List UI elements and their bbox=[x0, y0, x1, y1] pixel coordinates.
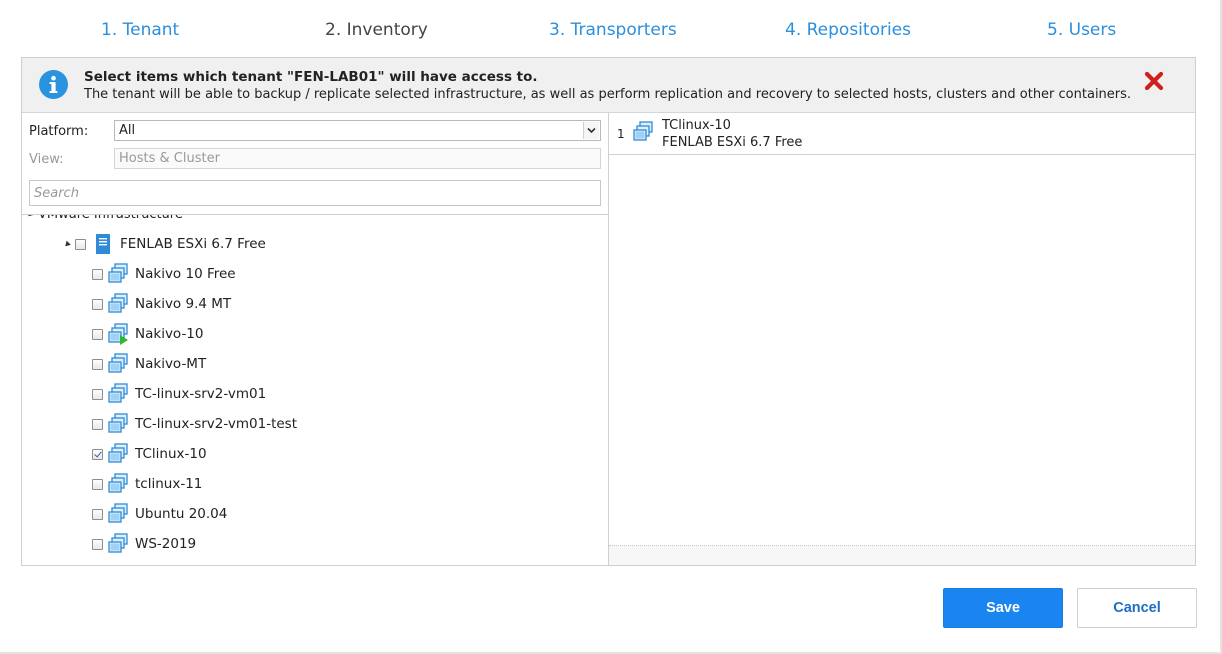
vm-checkbox[interactable] bbox=[92, 388, 103, 400]
inventory-pane: Platform: All View: Hosts & Cluster VMwa… bbox=[22, 113, 609, 565]
view-label: View: bbox=[29, 152, 64, 167]
step-transporters[interactable]: 3. Transporters bbox=[549, 19, 677, 41]
tree-vm-node[interactable]: Nakivo 9.4 MT bbox=[91, 292, 231, 316]
vm-icon bbox=[108, 413, 128, 433]
vm-icon bbox=[108, 443, 128, 463]
search-input[interactable] bbox=[29, 180, 601, 206]
vm-checkbox[interactable] bbox=[92, 478, 103, 490]
view-field: Hosts & Cluster bbox=[114, 148, 601, 169]
vm-icon bbox=[108, 383, 128, 403]
vm-label: Nakivo-10 bbox=[135, 326, 204, 342]
vm-icon bbox=[108, 533, 128, 553]
vm-running-icon bbox=[108, 323, 128, 345]
vm-checkbox[interactable] bbox=[92, 418, 103, 430]
inventory-panel: Select items which tenant "FEN-LAB01" wi… bbox=[21, 57, 1196, 566]
selected-item-index: 1 bbox=[617, 127, 625, 141]
tree-root-label: VMware Infrastructure bbox=[38, 214, 183, 222]
step-tenant[interactable]: 1. Tenant bbox=[101, 19, 179, 41]
tree-vm-node[interactable]: TC-linux-srv2-vm01 bbox=[91, 382, 266, 406]
selected-item[interactable]: 1 TClinux-10 FENLAB ESXi 6.7 Free bbox=[609, 113, 1195, 155]
tree-vm-node[interactable]: TClinux-10 bbox=[91, 442, 207, 466]
vm-checkbox[interactable] bbox=[92, 448, 103, 460]
info-banner: Select items which tenant "FEN-LAB01" wi… bbox=[22, 58, 1195, 113]
tree-expander-icon[interactable] bbox=[63, 240, 71, 248]
vm-label: Ubuntu 20.04 bbox=[135, 506, 228, 522]
tree-vm-node[interactable]: TC-linux-srv2-vm01-test bbox=[91, 412, 297, 436]
vm-icon bbox=[108, 263, 128, 283]
vm-label: WS-2019 bbox=[135, 536, 197, 552]
tree-vm-node[interactable]: Nakivo 10 Free bbox=[91, 262, 236, 286]
host-label: FENLAB ESXi 6.7 Free bbox=[120, 236, 266, 252]
tree-vm-node[interactable]: WS-2019 bbox=[91, 532, 196, 556]
vm-label: tclinux-11 bbox=[135, 476, 203, 492]
close-icon[interactable] bbox=[1143, 70, 1165, 92]
banner-description: The tenant will be able to backup / repl… bbox=[84, 87, 1132, 102]
vm-checkbox[interactable] bbox=[92, 268, 103, 280]
vm-label: Nakivo-MT bbox=[135, 356, 207, 372]
vm-checkbox[interactable] bbox=[92, 328, 103, 340]
vm-checkbox[interactable] bbox=[92, 538, 103, 550]
tree-vm-node[interactable]: tclinux-11 bbox=[91, 472, 202, 496]
vm-label: TC-linux-srv2-vm01-test bbox=[135, 416, 298, 432]
banner-title: Select items which tenant "FEN-LAB01" wi… bbox=[84, 69, 538, 85]
selected-items-pane: 1 TClinux-10 FENLAB ESXi 6.7 Free bbox=[609, 113, 1195, 565]
save-button[interactable]: Save bbox=[943, 588, 1063, 628]
tree-vm-node[interactable]: Nakivo-MT bbox=[91, 352, 206, 376]
host-checkbox[interactable] bbox=[75, 238, 86, 250]
wizard-steps: 1. Tenant 2. Inventory 3. Transporters 4… bbox=[0, 0, 1222, 58]
vm-icon bbox=[108, 293, 128, 313]
tree-host-node[interactable]: FENLAB ESXi 6.7 Free bbox=[63, 232, 266, 256]
vm-label: Nakivo 9.4 MT bbox=[135, 296, 232, 312]
vm-checkbox[interactable] bbox=[92, 358, 103, 370]
vm-label: Nakivo 10 Free bbox=[135, 266, 236, 282]
host-server-icon bbox=[96, 234, 110, 254]
vm-checkbox[interactable] bbox=[92, 508, 103, 520]
step-repositories[interactable]: 4. Repositories bbox=[785, 19, 911, 41]
step-users[interactable]: 5. Users bbox=[1047, 19, 1116, 41]
inventory-tree: VMware Infrastructure FENLAB ESXi 6.7 Fr… bbox=[22, 214, 608, 566]
selected-item-name: TClinux-10 bbox=[662, 118, 731, 133]
tree-expander-icon[interactable] bbox=[26, 215, 34, 219]
platform-select-value: All bbox=[119, 123, 136, 138]
selected-item-location: FENLAB ESXi 6.7 Free bbox=[662, 135, 803, 150]
tree-vm-node[interactable]: Ubuntu 20.04 bbox=[91, 502, 227, 526]
vm-label: TC-linux-srv2-vm01 bbox=[135, 386, 267, 402]
chevron-down-icon[interactable] bbox=[583, 122, 599, 139]
vm-icon bbox=[108, 503, 128, 523]
platform-label: Platform: bbox=[29, 124, 89, 139]
info-icon bbox=[39, 70, 68, 99]
cancel-button[interactable]: Cancel bbox=[1077, 588, 1197, 628]
selected-pane-footer bbox=[609, 545, 1195, 565]
vm-icon bbox=[108, 353, 128, 373]
vm-checkbox[interactable] bbox=[92, 298, 103, 310]
vm-icon bbox=[108, 473, 128, 493]
platform-select[interactable]: All bbox=[114, 120, 601, 141]
step-inventory: 2. Inventory bbox=[325, 20, 428, 40]
tree-root[interactable]: VMware Infrastructure bbox=[26, 214, 183, 222]
vm-label: TClinux-10 bbox=[135, 446, 207, 462]
vm-icon bbox=[633, 121, 653, 141]
tree-vm-node[interactable]: Nakivo-10 bbox=[91, 322, 204, 346]
